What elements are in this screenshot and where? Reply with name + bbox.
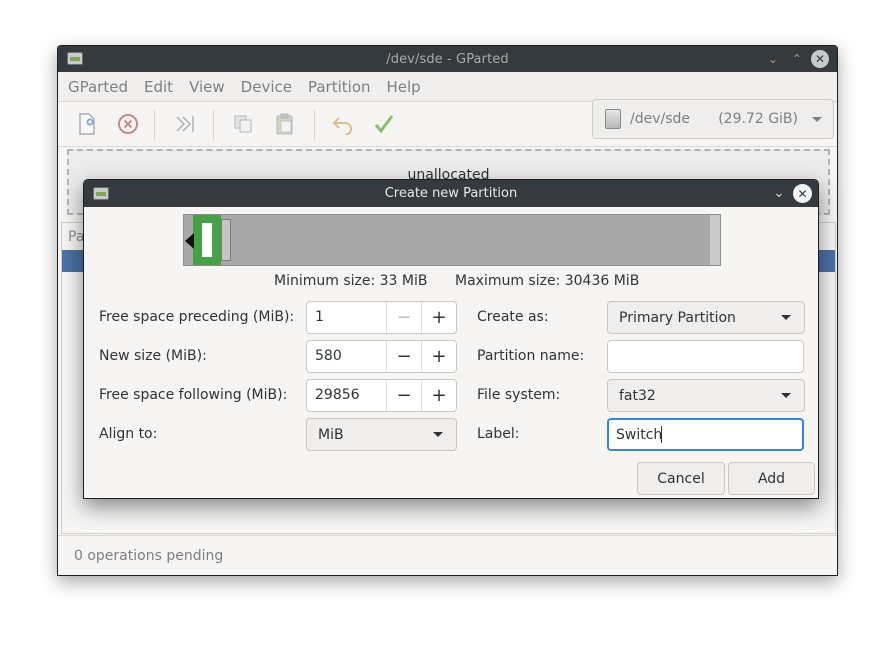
minimize-icon[interactable]: ⌄: [764, 50, 782, 68]
chevron-down-icon: [781, 393, 791, 398]
gparted-app-icon: [93, 187, 109, 200]
statusbar: 0 operations pending: [58, 535, 837, 575]
free-preceding-label: Free space preceding (MiB):: [99, 309, 295, 325]
increment-button[interactable]: +: [421, 341, 456, 372]
create-as-value: Primary Partition: [619, 309, 736, 326]
free-following-spinner[interactable]: 29856 − +: [306, 379, 457, 412]
device-selector[interactable]: /dev/sde (29.72 GiB): [592, 99, 834, 139]
file-system-value: fat32: [619, 387, 656, 404]
menu-device[interactable]: Device: [233, 78, 300, 96]
device-name: /dev/sde: [630, 111, 691, 127]
cancel-button[interactable]: Cancel: [637, 462, 725, 495]
maximum-size-label: Maximum size: 30436 MiB: [455, 273, 640, 289]
new-size-spinner[interactable]: 580 − +: [306, 340, 457, 373]
minimize-icon[interactable]: ⌄: [771, 185, 787, 201]
toolbar-separator: [154, 110, 155, 140]
new-partition-icon[interactable]: [74, 111, 100, 137]
menu-view[interactable]: View: [181, 78, 233, 96]
create-partition-dialog: Create new Partition ⌄ ✕ Minimum size: 3…: [83, 179, 819, 499]
increment-button[interactable]: +: [421, 302, 456, 333]
copy-icon[interactable]: [230, 111, 256, 137]
main-window-title: /dev/sde - GParted: [386, 51, 509, 67]
resizer-end: [710, 215, 720, 265]
text-caret: [661, 426, 662, 443]
resize-handle-left[interactable]: [185, 233, 194, 249]
partition-inner: [202, 223, 212, 257]
maximize-icon[interactable]: ⌃: [788, 50, 806, 68]
free-following-value[interactable]: 29856: [307, 380, 386, 411]
file-system-label: File system:: [477, 387, 561, 403]
menu-gparted[interactable]: GParted: [60, 78, 136, 96]
align-to-value: MiB: [318, 426, 344, 443]
free-preceding-value[interactable]: 1: [307, 302, 386, 333]
minimum-size-label: Minimum size: 33 MiB: [274, 273, 428, 289]
decrement-button[interactable]: −: [386, 380, 421, 411]
gparted-app-icon: [67, 52, 83, 65]
create-as-label: Create as:: [477, 309, 549, 325]
decrement-button[interactable]: −: [386, 341, 421, 372]
menu-partition[interactable]: Partition: [300, 78, 379, 96]
new-size-value[interactable]: 580: [307, 341, 386, 372]
label-field[interactable]: [607, 418, 804, 451]
delete-partition-icon[interactable]: [115, 111, 141, 137]
device-size: (29.72 GiB): [718, 111, 798, 127]
menubar: GParted Edit View Device Partition Help: [58, 72, 837, 102]
add-button[interactable]: Add: [728, 462, 815, 495]
new-size-label: New size (MiB):: [99, 348, 207, 364]
paste-icon[interactable]: [272, 111, 298, 137]
close-icon[interactable]: ✕: [811, 50, 829, 68]
new-partition-block[interactable]: [193, 215, 221, 265]
label-label: Label:: [477, 426, 520, 442]
file-system-combo[interactable]: fat32: [607, 379, 805, 412]
create-as-combo[interactable]: Primary Partition: [607, 301, 805, 334]
dialog-titlebar: Create new Partition ⌄ ✕: [84, 180, 818, 207]
undo-icon[interactable]: [330, 111, 356, 137]
dialog-title: Create new Partition: [384, 186, 518, 201]
main-titlebar: /dev/sde - GParted ⌄ ⌃ ✕: [58, 46, 837, 72]
toolbar-separator: [314, 110, 315, 140]
partition-outline: [221, 219, 231, 261]
resize-move-icon[interactable]: [172, 111, 198, 137]
toolbar-separator: [213, 110, 214, 140]
menu-help[interactable]: Help: [379, 78, 429, 96]
increment-button[interactable]: +: [421, 380, 456, 411]
align-to-combo[interactable]: MiB: [306, 418, 457, 451]
decrement-button[interactable]: −: [386, 302, 421, 333]
apply-icon[interactable]: [371, 111, 397, 137]
partition-column-header: Pa: [68, 229, 85, 245]
disk-icon: [605, 109, 621, 129]
menu-edit[interactable]: Edit: [136, 78, 181, 96]
chevron-down-icon: [781, 315, 791, 320]
chevron-down-icon: [433, 432, 443, 437]
partition-name-label: Partition name:: [477, 348, 585, 364]
free-following-label: Free space following (MiB):: [99, 387, 288, 403]
partition-resizer[interactable]: [183, 214, 721, 266]
dialog-body: Minimum size: 33 MiB Maximum size: 30436…: [87, 207, 815, 497]
close-icon[interactable]: ✕: [793, 184, 812, 203]
partition-name-field[interactable]: [607, 340, 804, 373]
align-to-label: Align to:: [99, 426, 158, 442]
free-preceding-spinner[interactable]: 1 − +: [306, 301, 457, 334]
chevron-down-icon: [812, 116, 822, 122]
operations-pending: 0 operations pending: [74, 547, 224, 564]
